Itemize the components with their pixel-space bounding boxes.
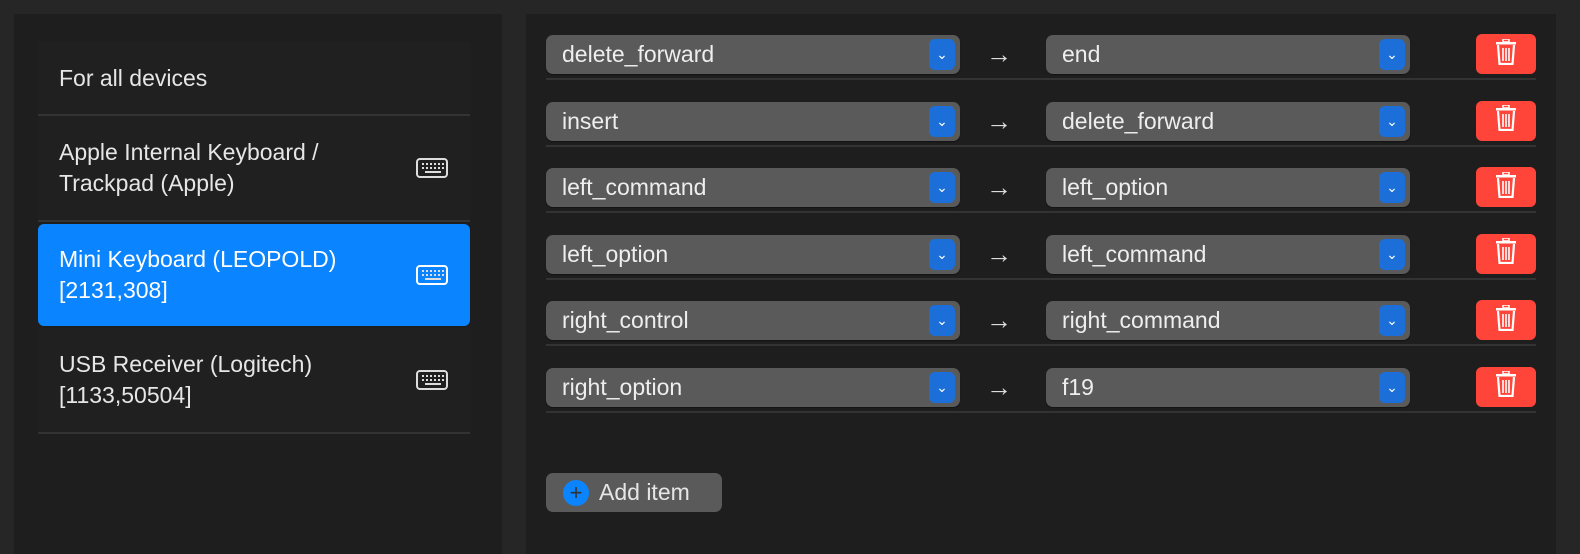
- mapping-row: delete_forward ⌄ → end ⌄: [546, 14, 1536, 80]
- to-key-popup[interactable]: left_command ⌄: [1046, 234, 1410, 274]
- trash-icon: [1495, 37, 1517, 70]
- mapping-row: left_option ⌄ → left_command ⌄: [546, 214, 1536, 280]
- delete-button[interactable]: [1476, 167, 1536, 207]
- device-sidebar: For all devices Apple Internal Keyboard …: [14, 14, 502, 554]
- from-key-value: insert: [562, 107, 619, 134]
- from-key-popup[interactable]: delete_forward ⌄: [546, 35, 960, 74]
- chevron-down-icon: ⌄: [1379, 172, 1405, 203]
- delete-button[interactable]: [1476, 100, 1536, 141]
- keyboard-icon: [416, 265, 448, 285]
- chevron-down-icon: ⌄: [929, 371, 955, 403]
- delete-button[interactable]: [1476, 233, 1536, 274]
- from-key-value: left_command: [562, 174, 707, 200]
- from-key-popup[interactable]: left_option ⌄: [546, 234, 960, 274]
- from-key-value: delete_forward: [562, 41, 715, 67]
- device-label: For all devices: [59, 64, 208, 91]
- to-key-value: left_option: [1062, 174, 1169, 200]
- device-list: For all devices Apple Internal Keyboard …: [38, 42, 470, 434]
- arrow-right-icon: →: [986, 305, 1012, 335]
- from-key-value: right_control: [562, 307, 689, 333]
- device-item-apple-internal[interactable]: Apple Internal Keyboard / Trackpad (Appl…: [38, 116, 470, 222]
- to-key-popup[interactable]: end ⌄: [1046, 35, 1410, 74]
- device-label: Mini Keyboard (LEOPOLD) [2131,308]: [59, 246, 337, 303]
- trash-icon: [1495, 237, 1517, 269]
- to-key-value: right_command: [1062, 307, 1221, 333]
- trash-icon: [1495, 104, 1517, 136]
- from-key-value: left_option: [562, 240, 669, 267]
- to-key-popup[interactable]: f19 ⌄: [1046, 367, 1410, 407]
- to-key-popup[interactable]: right_command ⌄: [1046, 301, 1410, 340]
- mapping-panel: delete_forward ⌄ → end ⌄ insert ⌄ → delete_…: [526, 14, 1556, 554]
- chevron-down-icon: ⌄: [1379, 238, 1405, 270]
- chevron-down-icon: ⌄: [1379, 371, 1405, 403]
- keyboard-icon: [416, 370, 448, 390]
- mapping-row: left_command ⌄ → left_option ⌄: [546, 147, 1536, 213]
- trash-icon: [1495, 303, 1517, 336]
- delete-button[interactable]: [1476, 300, 1536, 340]
- chevron-down-icon: ⌄: [929, 105, 955, 137]
- to-key-value: end: [1062, 41, 1101, 67]
- to-key-popup[interactable]: delete_forward ⌄: [1046, 101, 1410, 141]
- trash-icon: [1495, 170, 1517, 203]
- device-item-leopold[interactable]: Mini Keyboard (LEOPOLD) [2131,308]: [38, 224, 470, 326]
- to-key-value: left_command: [1062, 240, 1207, 267]
- mapping-row: right_control ⌄ → right_command ⌄: [546, 280, 1536, 346]
- from-key-popup[interactable]: left_command ⌄: [546, 168, 960, 207]
- from-key-popup[interactable]: right_option ⌄: [546, 367, 960, 407]
- device-item-all[interactable]: For all devices: [38, 42, 470, 116]
- chevron-down-icon: ⌄: [929, 305, 955, 336]
- chevron-down-icon: ⌄: [929, 172, 955, 203]
- chevron-down-icon: ⌄: [929, 238, 955, 270]
- arrow-right-icon: →: [986, 105, 1012, 136]
- delete-button[interactable]: [1476, 34, 1536, 74]
- mapping-row: insert ⌄ → delete_forward ⌄: [546, 81, 1536, 147]
- arrow-right-icon: →: [986, 39, 1012, 69]
- keyboard-icon: [416, 158, 448, 178]
- trash-icon: [1495, 370, 1517, 402]
- device-label: USB Receiver (Logitech) [1133,50504]: [59, 351, 313, 408]
- chevron-down-icon: ⌄: [1379, 39, 1405, 70]
- to-key-value: delete_forward: [1062, 107, 1215, 134]
- to-key-value: f19: [1062, 373, 1094, 400]
- add-item-button[interactable]: + Add item: [546, 473, 722, 512]
- plus-icon: +: [563, 479, 589, 506]
- chevron-down-icon: ⌄: [1379, 105, 1405, 137]
- mapping-row: right_option ⌄ → f19 ⌄: [546, 347, 1536, 413]
- arrow-right-icon: →: [986, 238, 1012, 269]
- to-key-popup[interactable]: left_option ⌄: [1046, 168, 1410, 207]
- device-label: Apple Internal Keyboard / Trackpad (Appl…: [59, 139, 319, 196]
- from-key-value: right_option: [562, 373, 683, 400]
- from-key-popup[interactable]: insert ⌄: [546, 101, 960, 141]
- add-item-label: Add item: [599, 479, 690, 505]
- chevron-down-icon: ⌄: [1379, 305, 1405, 336]
- arrow-right-icon: →: [986, 371, 1012, 402]
- delete-button[interactable]: [1476, 366, 1536, 407]
- from-key-popup[interactable]: right_control ⌄: [546, 301, 960, 340]
- arrow-right-icon: →: [986, 172, 1012, 202]
- device-item-logitech[interactable]: USB Receiver (Logitech) [1133,50504]: [38, 328, 470, 434]
- chevron-down-icon: ⌄: [929, 39, 955, 70]
